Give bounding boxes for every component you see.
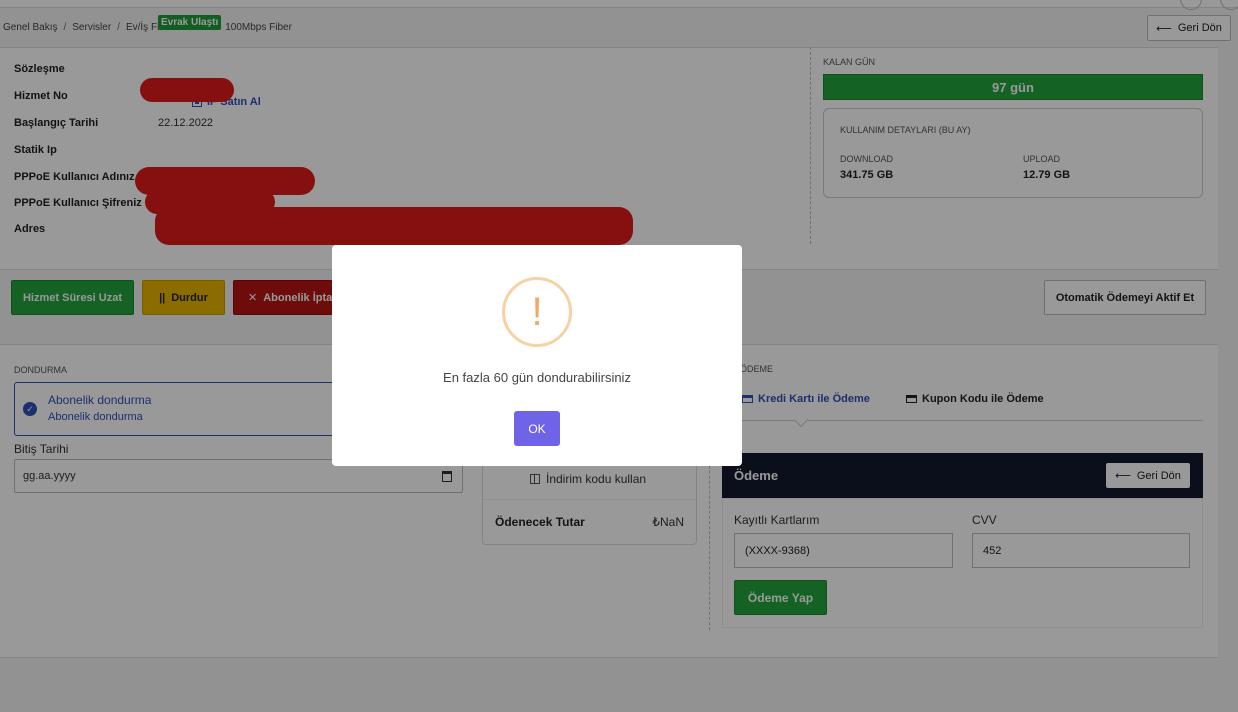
alert-message: En fazla 60 gün dondurabilirsiniz	[443, 370, 631, 385]
alert-dialog: ! En fazla 60 gün dondurabilirsiniz OK	[332, 245, 742, 466]
ok-button[interactable]: OK	[514, 411, 560, 446]
warning-icon: !	[502, 277, 572, 347]
